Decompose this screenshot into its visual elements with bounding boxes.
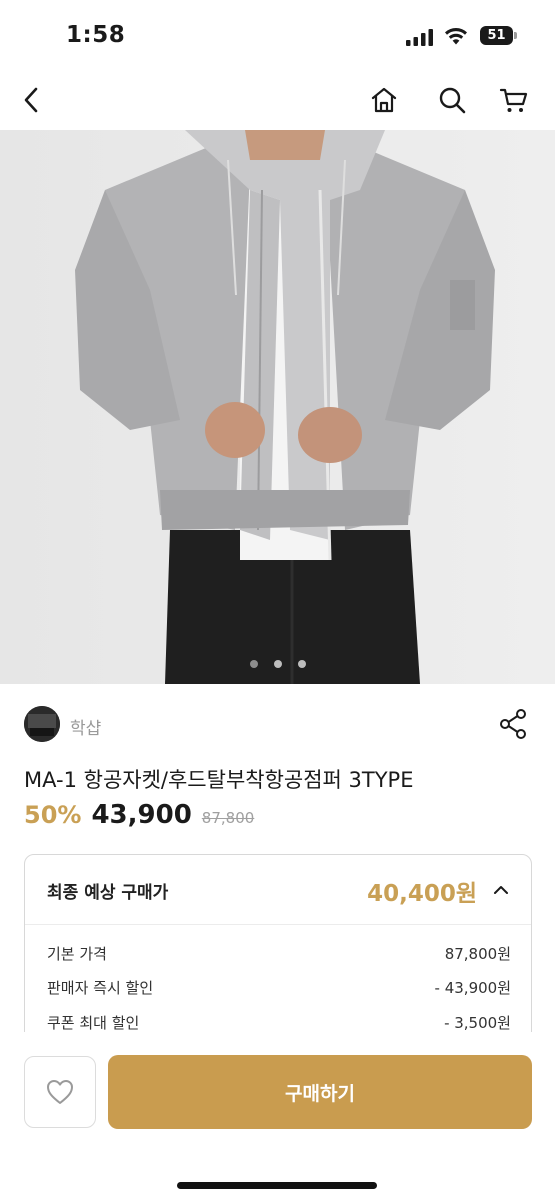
discount-rate: 50% <box>24 801 82 829</box>
share-icon[interactable] <box>498 708 528 740</box>
back-button[interactable] <box>14 82 50 118</box>
final-price-label: 최종 예상 구매가 <box>47 883 169 903</box>
product-photo <box>0 130 555 684</box>
line-item-value: - 43,900원 <box>434 979 511 997</box>
battery-icon: 51 <box>480 26 517 45</box>
heart-icon <box>47 1080 73 1104</box>
search-icon <box>439 87 466 114</box>
seller-name[interactable]: 학샵 <box>70 714 101 739</box>
price-row: 50% 43,900 87,800 <box>24 800 254 836</box>
product-title: MA-1 항공자켓/후드탈부착항공점퍼 3TYPE <box>24 768 414 792</box>
cellular-signal-icon <box>406 29 433 46</box>
line-item-value: 87,800원 <box>444 945 511 963</box>
home-button[interactable] <box>366 82 402 118</box>
like-button[interactable] <box>24 1056 96 1128</box>
original-price: 87,800 <box>201 809 255 827</box>
price-breakdown-card: 최종 예상 구매가 40,400원 기본 가격 87,800원 판매자 즉시 할… <box>24 854 532 1054</box>
seller-avatar-image <box>24 706 60 742</box>
line-item-label: 쿠폰 최대 할인 <box>47 1014 140 1032</box>
gallery-dot[interactable] <box>249 660 258 668</box>
status-time: 1:58 <box>66 22 126 48</box>
top-nav-bar <box>0 70 555 130</box>
seller-row[interactable]: 학샵 <box>24 704 530 748</box>
cart-button[interactable] <box>496 82 532 118</box>
price-line-item: 기본 가격 87,800원 <box>47 943 511 967</box>
home-icon <box>371 87 397 113</box>
line-item-label: 기본 가격 <box>47 945 107 963</box>
search-button[interactable] <box>434 82 470 118</box>
line-item-value: - 3,500원 <box>444 1014 511 1032</box>
wifi-icon <box>445 28 467 45</box>
final-price-value: 40,400원 <box>367 881 477 907</box>
back-arrow-icon <box>24 87 38 113</box>
product-image-gallery[interactable] <box>0 130 555 684</box>
chevron-up-icon[interactable] <box>493 882 509 898</box>
seller-avatar[interactable] <box>24 706 60 742</box>
gallery-pagination <box>0 660 555 668</box>
price-line-item: 판매자 즉시 할인 - 43,900원 <box>47 977 511 1001</box>
gallery-dot[interactable] <box>297 660 306 668</box>
battery-level: 51 <box>487 28 506 43</box>
cart-icon <box>499 88 528 112</box>
bottom-action-bar: 구매하기 <box>0 1032 555 1200</box>
sale-price: 43,900 <box>91 800 192 830</box>
buy-button[interactable]: 구매하기 <box>108 1055 532 1129</box>
line-item-label: 판매자 즉시 할인 <box>47 979 154 997</box>
gallery-dot[interactable] <box>273 660 282 668</box>
price-breakdown-header[interactable]: 최종 예상 구매가 40,400원 <box>25 855 531 925</box>
home-indicator <box>177 1182 377 1189</box>
status-bar: 1:58 51 <box>0 0 555 70</box>
